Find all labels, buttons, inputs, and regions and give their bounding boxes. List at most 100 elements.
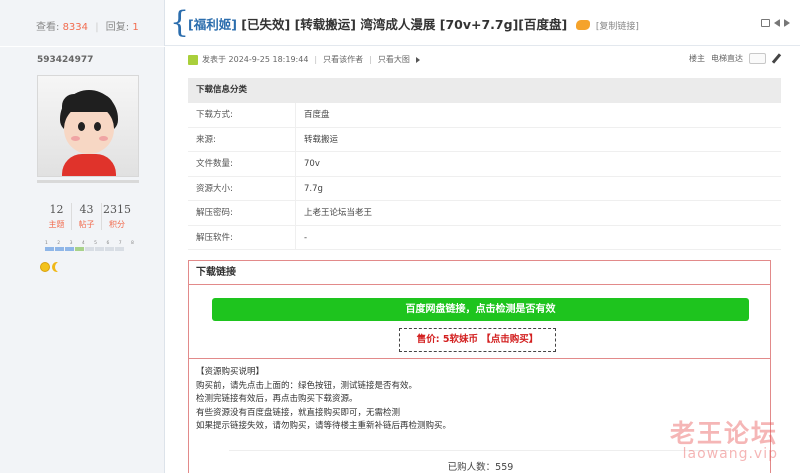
table-row: 下载方式: 百度盘 xyxy=(188,103,781,128)
thread-stats: 查看: 8334 | 回复: 1 xyxy=(36,18,139,33)
thread-header: 查看: 8334 | 回复: 1 { [福利姬] [已失效] [转载搬运] 湾湾… xyxy=(0,0,800,46)
jump-to-floor-input[interactable] xyxy=(749,53,766,64)
info-value: 上老王论坛当老王 xyxy=(304,208,373,218)
stat-label: 主题 xyxy=(48,220,65,229)
author-sidebar: 593424977 12 主题 43 帖子 2315 积分 1 2 3 4 5 … xyxy=(0,47,165,473)
level-segment xyxy=(65,247,74,251)
level-progress xyxy=(45,247,138,251)
stat-value: 12 xyxy=(49,203,64,216)
price-value: 5软妹币 xyxy=(442,334,478,345)
stats-divider: | xyxy=(95,22,99,33)
stat-value: 2315 xyxy=(103,203,131,216)
info-key: 文件数量: xyxy=(188,152,296,176)
online-status-icon xyxy=(188,54,198,65)
author-stat-posts[interactable]: 43 帖子 xyxy=(72,203,102,230)
level-segment xyxy=(115,247,124,251)
moon-medal-icon[interactable] xyxy=(55,262,64,272)
next-thread-icon[interactable] xyxy=(784,19,790,27)
wrench-icon[interactable] xyxy=(771,53,782,64)
post-timestamp: 发表于 2024-9-25 18:19:44 xyxy=(202,55,309,64)
instruction-line: 购买前，请先点击上面的：绿色按钮，测试链接是否有效。 xyxy=(196,380,418,391)
level-segment xyxy=(105,247,114,251)
info-key: 资源大小: xyxy=(188,176,296,200)
thread-title: [福利姬] [已失效] [转载搬运] 湾湾成人漫展 [70v+7.7g][百度盘… xyxy=(188,14,639,33)
author-username[interactable]: 593424977 xyxy=(37,55,93,65)
user-level-bar: 1 2 3 4 5 6 7 8 xyxy=(45,241,138,251)
level-segment xyxy=(95,247,104,251)
stat-label: 帖子 xyxy=(78,220,95,229)
only-large-image-link[interactable]: 只看大图 xyxy=(378,54,410,65)
title-source-tag: [转载搬运] xyxy=(294,17,357,32)
info-key: 来源: xyxy=(188,127,296,151)
stat-label: 积分 xyxy=(109,220,125,229)
copy-link-button[interactable]: [复制链接] xyxy=(596,22,639,32)
title-text: 湾湾成人漫展 [70v+7.7g][百度盘] xyxy=(360,17,568,32)
info-value: 百度盘 xyxy=(304,110,330,120)
user-medals xyxy=(40,262,64,272)
post-meta: 发表于 2024-9-25 18:19:44 | 只看该作者 | 只看大图 xyxy=(188,54,420,65)
instruction-line: 检测完链接有效后，再点击购买下载资源。 xyxy=(196,394,358,405)
views-label: 查看: xyxy=(36,22,60,33)
author-stat-threads[interactable]: 12 主题 xyxy=(42,203,72,230)
info-value: - xyxy=(304,232,308,243)
avatar-fringe xyxy=(62,94,114,112)
table-row: 文件数量: 70v xyxy=(188,152,781,177)
table-row: 来源: 转载搬运 xyxy=(188,127,781,152)
meta-divider: | xyxy=(369,55,372,64)
info-table-header: 下载信息分类 xyxy=(188,78,781,103)
post-floor-tools: 楼主 电梯直达 xyxy=(689,53,782,64)
avatar[interactable] xyxy=(37,75,139,177)
title-brace-decoration: { xyxy=(170,5,190,40)
author-stat-points[interactable]: 2315 积分 xyxy=(102,203,132,230)
divider xyxy=(229,450,729,451)
info-key: 下载方式: xyxy=(188,103,296,127)
watermark-url: laowang.vip xyxy=(682,446,778,462)
views-count: 8334 xyxy=(62,22,89,33)
expand-arrow-icon[interactable] xyxy=(415,56,420,63)
download-actions: 百度网盘链接，点击检测是否有效 售价: 5软妹币 【点击购买】 xyxy=(189,285,770,359)
only-author-link[interactable]: 只看该作者 xyxy=(323,54,363,65)
floor-label: 楼主 xyxy=(689,54,705,63)
level-segment xyxy=(85,247,94,251)
site-watermark: 老王论坛 laowang.vip xyxy=(670,414,778,462)
avatar-cheek-left xyxy=(71,136,80,141)
title-category-tag[interactable]: [福利姬] xyxy=(188,17,237,32)
level-segment xyxy=(55,247,64,251)
avatar-body xyxy=(62,154,116,176)
buy-button[interactable]: 【点击购买】 xyxy=(481,334,538,345)
print-icon[interactable] xyxy=(761,19,770,27)
thread-tools xyxy=(761,19,790,27)
level-segment xyxy=(45,247,54,251)
smiley-medal-icon[interactable] xyxy=(40,262,50,272)
purchase-box[interactable]: 售价: 5软妹币 【点击购买】 xyxy=(399,328,556,352)
table-row: 资源大小: 7.7g xyxy=(188,176,781,201)
replies-count: 1 xyxy=(132,22,139,33)
instruction-line: 【资源购买说明】 xyxy=(196,367,265,377)
avatar-cheek-right xyxy=(99,136,108,141)
avatar-eye-left xyxy=(78,122,85,131)
info-key: 解压软件: xyxy=(188,225,296,249)
info-key: 解压密码: xyxy=(188,201,296,225)
info-value: 7.7g xyxy=(304,183,323,194)
info-value: 70v xyxy=(304,159,320,169)
info-value: 转载搬运 xyxy=(304,134,339,145)
stat-value: 43 xyxy=(79,203,94,216)
replies-label: 回复: xyxy=(105,22,130,33)
table-row: 解压软件: - xyxy=(188,225,781,250)
price-label: 售价: xyxy=(416,334,440,345)
thread-stats-panel: 查看: 8334 | 回复: 1 xyxy=(0,0,165,46)
hot-hand-icon xyxy=(575,20,590,30)
avatar-underline xyxy=(37,180,139,183)
level-segment xyxy=(75,247,84,251)
avatar-eye-right xyxy=(94,122,101,131)
jump-to-floor-label: 电梯直达 xyxy=(711,54,743,63)
download-info-table: 下载信息分类 下载方式: 百度盘 来源: 转载搬运 文件数量: 70v 资源大小… xyxy=(188,78,781,250)
level-numbers: 1 2 3 4 5 6 7 8 xyxy=(45,241,138,246)
previous-thread-icon[interactable] xyxy=(774,19,780,27)
check-link-button[interactable]: 百度网盘链接，点击检测是否有效 xyxy=(212,298,749,321)
download-box-title: 下载链接 xyxy=(189,261,770,285)
table-row: 解压密码: 上老王论坛当老王 xyxy=(188,201,781,226)
meta-divider: | xyxy=(314,55,318,64)
author-stats: 12 主题 43 帖子 2315 积分 xyxy=(42,203,132,230)
title-status-tag: [已失效] xyxy=(241,17,291,32)
